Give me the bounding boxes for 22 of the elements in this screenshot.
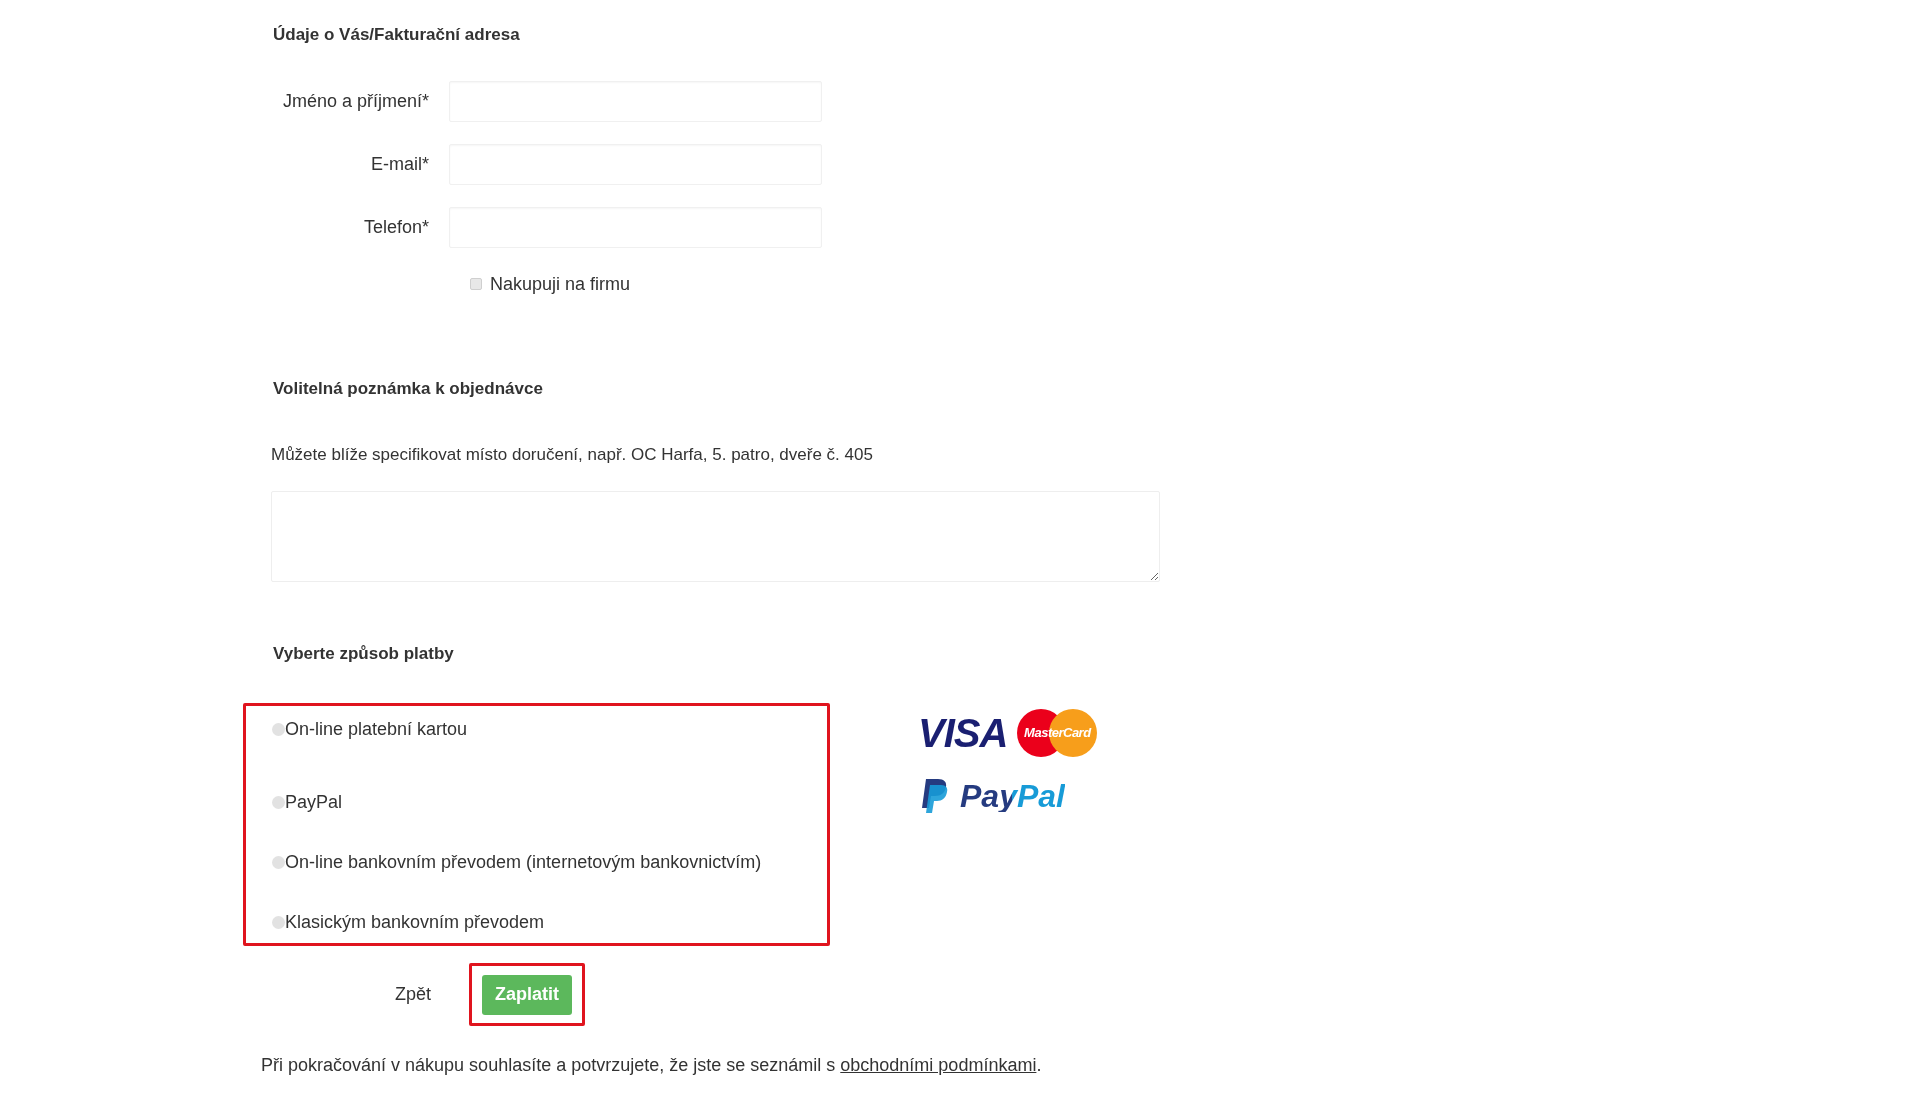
terms-text: Při pokračování v nákupu souhlasíte a potvrzujete, že jste se seznámil s obchodními podmínkami.: [261, 1054, 1042, 1077]
terms-link[interactable]: obchodními podmínkami: [840, 1055, 1037, 1075]
field-label: Jméno a příjmení*: [281, 89, 430, 113]
radio-button[interactable]: [272, 795, 285, 809]
section-heading: Údaje o Vás/Fakturační adresa: [273, 24, 520, 46]
option-label: On-line platební kartou: [285, 718, 468, 741]
checkbox[interactable]: [470, 278, 482, 290]
back-link[interactable]: Zpět: [395, 981, 432, 1008]
note-field[interactable]: [271, 490, 1160, 582]
checkbox-label: Nakupuji na firmu: [490, 272, 631, 296]
option-label: PayPal: [285, 791, 343, 814]
field-label: Telefon*: [362, 215, 430, 239]
option-label: Klasickým bankovním převodem: [285, 911, 545, 934]
radio-button[interactable]: [272, 722, 285, 736]
radio-button[interactable]: [272, 915, 285, 929]
section-heading: Vyberte způsob platby: [273, 642, 454, 665]
section-heading: Volitelná poznámka k objednávce: [273, 377, 543, 400]
field-label: E-mail*: [370, 152, 430, 176]
hint-text: Můžete blíže specifikovat místo doručení, např. OC Harfa, 5. patro, dveře č. 405: [271, 444, 873, 466]
option-label: On-line bankovním převodem (internetovým bankovnictvím): [285, 851, 762, 874]
visa-logo: VISA: [918, 713, 1008, 753]
radio-button[interactable]: [272, 855, 285, 869]
